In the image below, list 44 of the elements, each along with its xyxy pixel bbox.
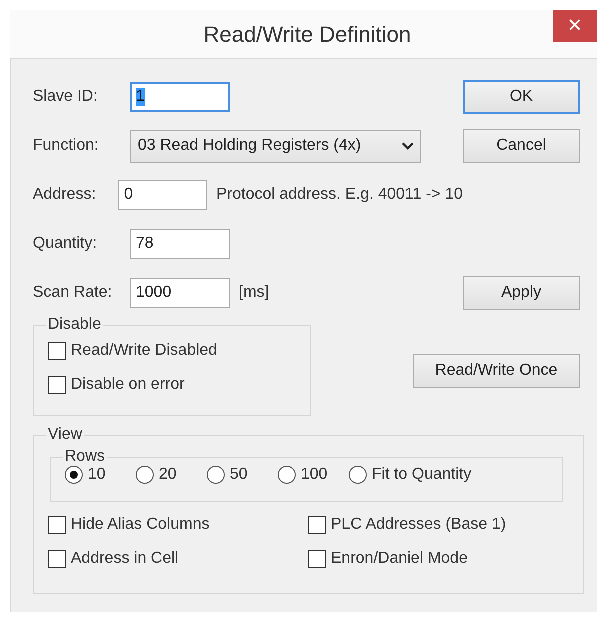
radio-button[interactable] (349, 466, 367, 484)
radio-label: 10 (88, 466, 106, 484)
field-hint: [ms] (239, 284, 270, 302)
chevron-down-icon (402, 142, 414, 150)
push-button[interactable]: OK (463, 80, 580, 114)
push-button[interactable]: Apply (463, 276, 580, 310)
field-label: Function: (33, 137, 100, 155)
radio-label: 50 (230, 466, 248, 484)
close-button[interactable]: × (553, 10, 597, 42)
radio-button[interactable] (207, 466, 225, 484)
dropdown[interactable]: 03 Read Holding Registers (4x) (130, 130, 421, 162)
checkbox-label: Hide Alias Columns (71, 516, 210, 534)
input-field[interactable]: 1 (130, 82, 230, 112)
checkbox-label: Read/Write Disabled (71, 342, 218, 360)
checkbox-label: PLC Addresses (Base 1) (331, 516, 506, 534)
checkbox[interactable] (48, 376, 66, 394)
checkbox[interactable] (308, 516, 326, 534)
radio-button[interactable] (65, 466, 83, 484)
checkbox[interactable] (308, 550, 326, 568)
push-button[interactable]: Read/Write Once (413, 354, 580, 388)
checkbox-label: Enron/Daniel Mode (331, 550, 468, 568)
field-label: Slave ID: (33, 88, 99, 106)
group-title: View (47, 426, 84, 444)
window-title: Read/Write Definition (204, 22, 412, 48)
push-button[interactable]: Cancel (463, 129, 580, 163)
radio-label: 20 (159, 466, 177, 484)
radio-button[interactable] (136, 466, 154, 484)
input-field[interactable]: 1000 (130, 278, 230, 308)
checkbox-label: Address in Cell (71, 550, 179, 568)
field-label: Scan Rate: (33, 284, 114, 302)
checkbox[interactable] (48, 516, 66, 534)
input-field[interactable]: 78 (130, 229, 230, 259)
field-label: Quantity: (33, 235, 98, 253)
checkbox[interactable] (48, 342, 66, 360)
field-hint: Protocol address. E.g. 40011 -> 10 (216, 186, 463, 204)
group-title: Disable (47, 316, 102, 334)
checkbox[interactable] (48, 550, 66, 568)
input-field[interactable]: 0 (118, 180, 208, 210)
radio-label: 100 (301, 466, 328, 484)
radio-button[interactable] (278, 466, 296, 484)
radio-label: Fit to Quantity (372, 466, 472, 484)
group-title: Rows (64, 448, 106, 466)
checkbox-label: Disable on error (71, 376, 185, 394)
field-label: Address: (33, 186, 98, 204)
